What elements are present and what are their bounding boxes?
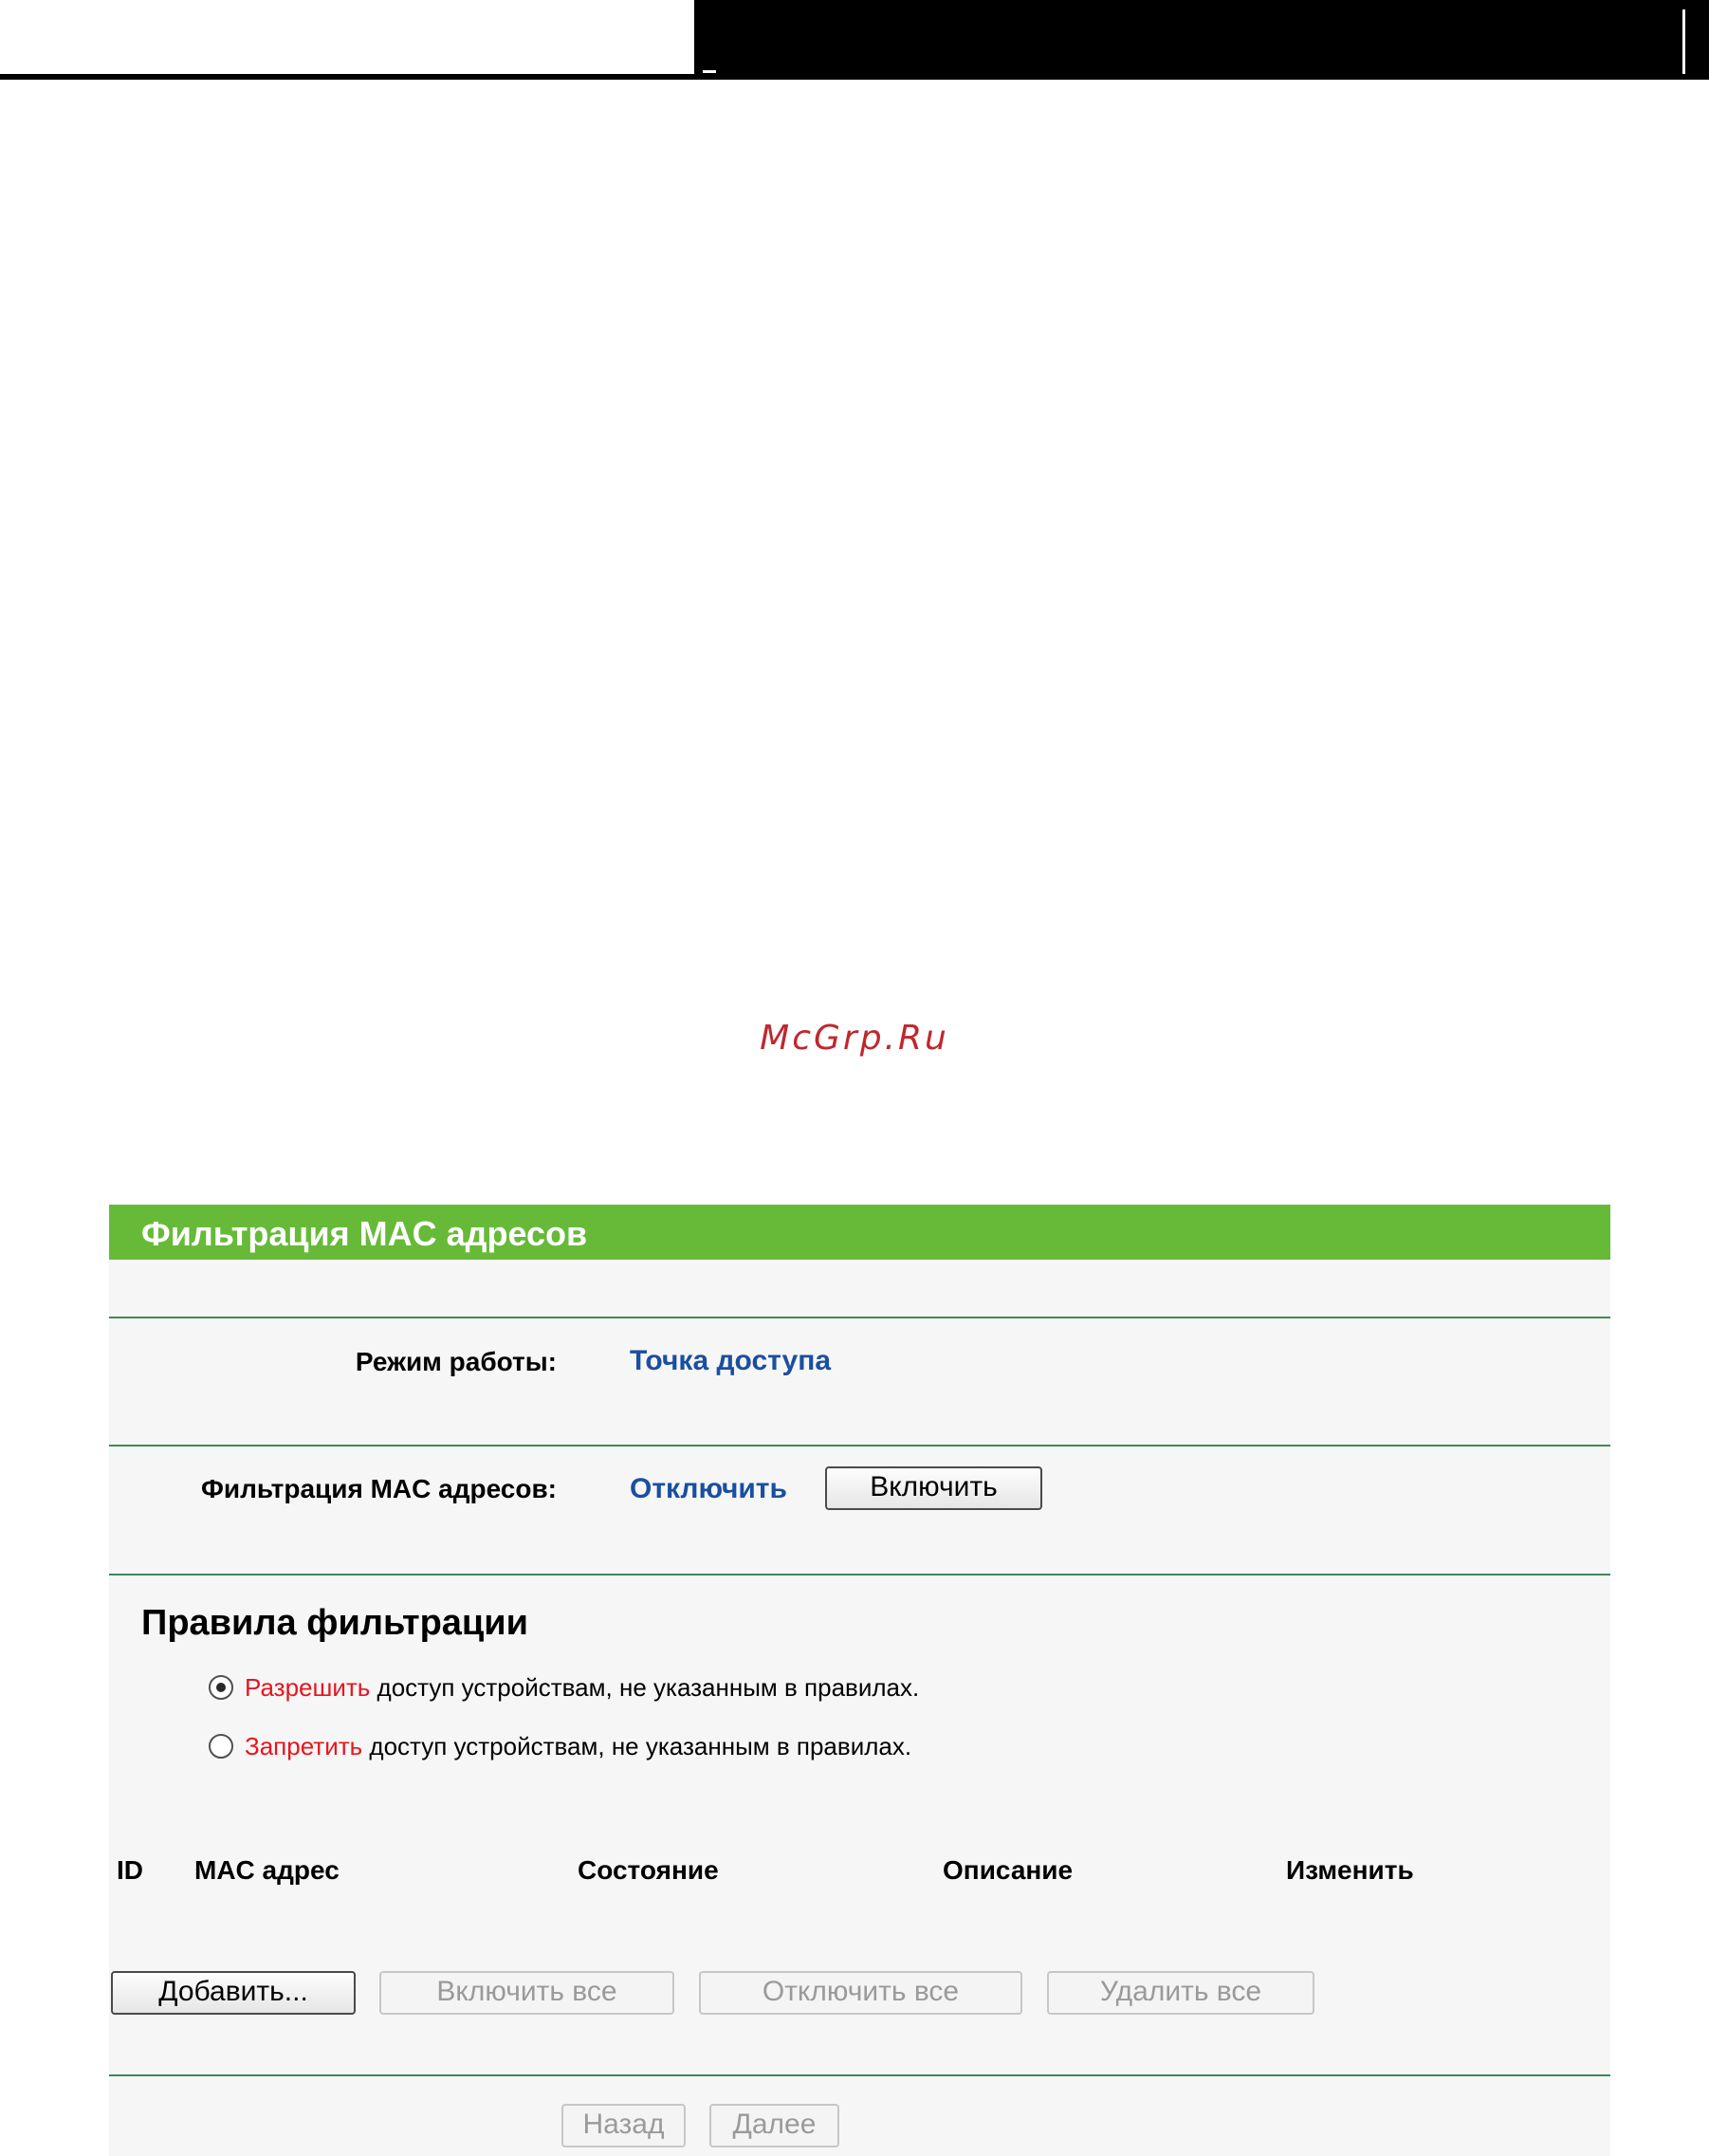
watermark-text: McGrp.Ru: [760, 1019, 949, 1058]
page-top-bar: [0, 0, 1709, 83]
disable-all-button[interactable]: Отключить все: [699, 1971, 1022, 2015]
divider: [109, 1574, 1610, 1576]
rule-deny-option[interactable]: Запретить доступ устройствам, не указанн…: [209, 1732, 911, 1761]
panel-title: Фильтрация MAC адресов: [141, 1214, 588, 1253]
column-header-status: Состояние: [578, 1855, 719, 1885]
top-bar-black-segment: [694, 0, 1709, 80]
divider: [109, 2074, 1610, 2076]
allow-description: доступ устройствам, не указанным в прави…: [370, 1673, 920, 1702]
radio-deny[interactable]: [209, 1734, 233, 1760]
next-button[interactable]: Далее: [709, 2104, 839, 2147]
divider: [109, 1445, 1610, 1447]
column-header-edit: Изменить: [1286, 1855, 1414, 1885]
delete-all-button[interactable]: Удалить все: [1047, 1971, 1314, 2015]
enable-filter-button[interactable]: Включить: [825, 1466, 1042, 1510]
mode-label: Режим работы:: [355, 1347, 557, 1376]
mode-value: Точка доступа: [630, 1345, 832, 1376]
deny-keyword: Запретить: [245, 1732, 363, 1760]
radio-allow[interactable]: [209, 1675, 233, 1701]
rule-allow-option[interactable]: Разрешить доступ устройствам, не указанн…: [209, 1673, 919, 1703]
rules-section-title: Правила фильтрации: [141, 1603, 529, 1643]
back-button[interactable]: Назад: [561, 2104, 686, 2147]
mac-filter-panel: Фильтрация MAC адресов Режим работы: Точ…: [109, 1205, 1610, 2156]
top-bar-tick-mark: [703, 70, 716, 73]
deny-description: доступ устройствам, не указанным в прави…: [362, 1732, 912, 1760]
allow-keyword: Разрешить: [245, 1673, 371, 1702]
mac-filter-state: Отключить: [630, 1473, 787, 1504]
column-header-description: Описание: [943, 1855, 1074, 1885]
panel-header: Фильтрация MAC адресов: [109, 1205, 1610, 1260]
column-header-mac: MAC адрес: [194, 1855, 340, 1885]
top-bar-edge-mark: [1682, 9, 1685, 74]
enable-all-button[interactable]: Включить все: [379, 1971, 674, 2015]
mac-filter-label: Фильтрация MAC адресов:: [201, 1474, 557, 1503]
divider: [109, 1317, 1610, 1318]
column-header-id: ID: [117, 1855, 143, 1885]
top-bar-white-segment: [0, 0, 694, 80]
add-button[interactable]: Добавить...: [111, 1971, 356, 2015]
